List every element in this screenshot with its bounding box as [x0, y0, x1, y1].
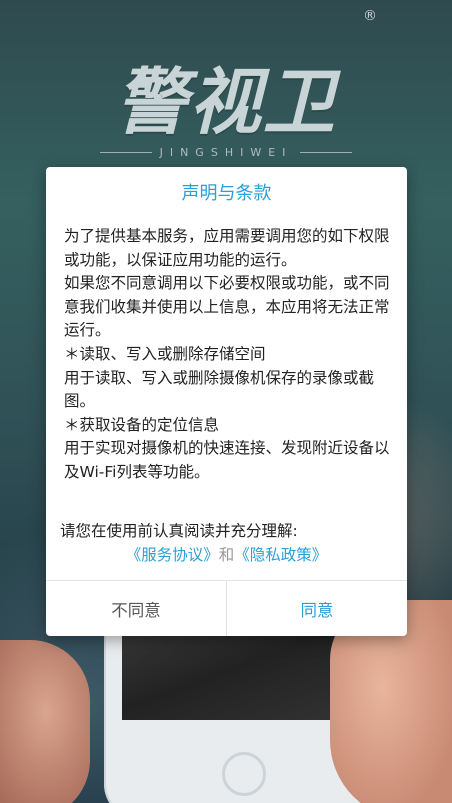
registered-mark: ® — [363, 8, 377, 24]
agreement-links: 《服务协议》和《隐私政策》 — [46, 544, 407, 566]
agree-button[interactable]: 同意 — [227, 581, 407, 636]
logo-divider-right — [300, 152, 352, 153]
logo-subtitle: JINGSHIWEI — [159, 146, 293, 159]
dialog-title: 声明与条款 — [181, 183, 272, 204]
logo-subtitle-row: JINGSHIWEI — [100, 146, 352, 159]
and-text: 和 — [218, 546, 235, 564]
permission-location-title: ＊获取设备的定位信息 — [64, 415, 220, 434]
logo-divider-left — [100, 152, 152, 153]
permission-location-desc: 用于实现对摄像机的快速连接、发现附近设备以及Wi-Fi列表等功能。 — [64, 439, 390, 481]
paragraph-consent: 如果您不同意调用以下必要权限或功能，或不同意我们收集并使用以上信息，本应用将无法… — [64, 274, 390, 340]
decline-button[interactable]: 不同意 — [46, 581, 226, 636]
app-logo: 警视卫 — [0, 62, 452, 142]
paragraph-intro: 为了提供基本服务，应用需要调用您的如下权限或功能，以保证应用功能的运行。 — [64, 227, 390, 269]
terms-dialog: 声明与条款 为了提供基本服务，应用需要调用您的如下权限或功能，以保证应用功能的运… — [46, 167, 407, 636]
dialog-body: 为了提供基本服务，应用需要调用您的如下权限或功能，以保证应用功能的运行。 如果您… — [64, 225, 394, 485]
privacy-policy-link[interactable]: 《隐私政策》 — [234, 546, 327, 564]
service-agreement-link[interactable]: 《服务协议》 — [126, 546, 219, 564]
logo-title: 警视卫 — [114, 60, 337, 144]
permission-storage-title: ＊读取、写入或删除存储空间 — [64, 344, 266, 363]
phone-home-button — [222, 752, 266, 796]
read-prompt: 请您在使用前认真阅读并充分理解: — [60, 522, 298, 540]
permission-storage-desc: 用于读取、写入或删除摄像机保存的录像或截图。 — [64, 368, 375, 411]
background-hand-left — [0, 640, 90, 803]
